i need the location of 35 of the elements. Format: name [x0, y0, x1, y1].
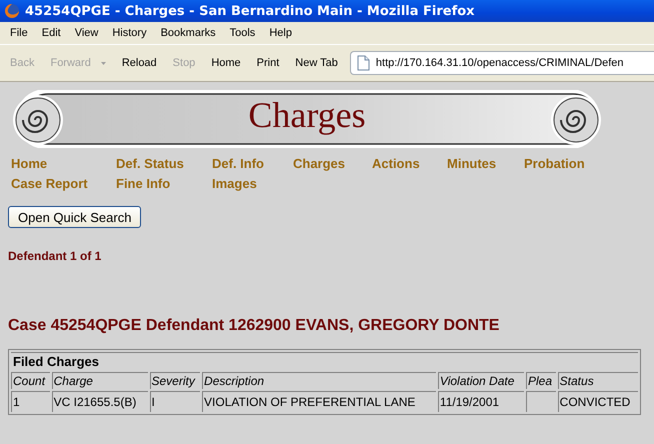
- column-header: Count: [11, 372, 50, 389]
- menu-item[interactable]: Bookmarks: [154, 27, 223, 39]
- table-cell: [526, 391, 556, 412]
- column-header: Status: [558, 372, 638, 389]
- menu-item[interactable]: File: [3, 27, 35, 39]
- address-field[interactable]: http://170.164.31.10/openaccess/CRIMINAL/Defen: [350, 51, 654, 75]
- menu-item[interactable]: History: [105, 27, 154, 39]
- table-cell: 1: [11, 391, 50, 412]
- table-cell: VIOLATION OF PREFERENTIAL LANE: [202, 391, 436, 412]
- toolbar-button[interactable]: Reload: [114, 51, 165, 75]
- quick-search-button[interactable]: Open Quick Search: [8, 206, 142, 228]
- browser-logo-icon: [4, 3, 20, 19]
- table-cell: CONVICTED: [558, 391, 638, 412]
- menu-item[interactable]: Edit: [34, 27, 68, 39]
- window-title: 45254QPGE - Charges - San Bernardino Main - Mozilla Firefox: [25, 4, 475, 18]
- toolbar-button[interactable]: Print: [248, 51, 288, 75]
- column-header: Plea: [526, 372, 556, 389]
- column-header: Charge: [52, 372, 148, 389]
- page-title: Charges: [248, 94, 366, 136]
- toolbar-button[interactable]: Home: [203, 51, 249, 75]
- menu-item[interactable]: Help: [262, 27, 299, 39]
- table-cell: VC I21655.5(B): [52, 391, 148, 412]
- column-header: Violation Date: [438, 372, 524, 389]
- column-header: Severity: [150, 372, 200, 389]
- menu-item[interactable]: View: [68, 27, 106, 39]
- caret-icon: [100, 62, 106, 64]
- table-title: Filed Charges: [11, 352, 638, 370]
- table-cell: I: [150, 391, 200, 412]
- menu-item[interactable]: Tools: [222, 27, 262, 39]
- case-heading: Case 45254QPGE Defendant 1262900 EVANS, GREGORY DONTE: [8, 317, 500, 335]
- defendant-counter: Defendant 1 of 1: [8, 249, 102, 263]
- table-cell: 11/19/2001: [438, 391, 524, 412]
- toolbar-button[interactable]: New Tab: [287, 51, 346, 75]
- column-header: Description: [202, 372, 436, 389]
- page-icon: [356, 55, 370, 71]
